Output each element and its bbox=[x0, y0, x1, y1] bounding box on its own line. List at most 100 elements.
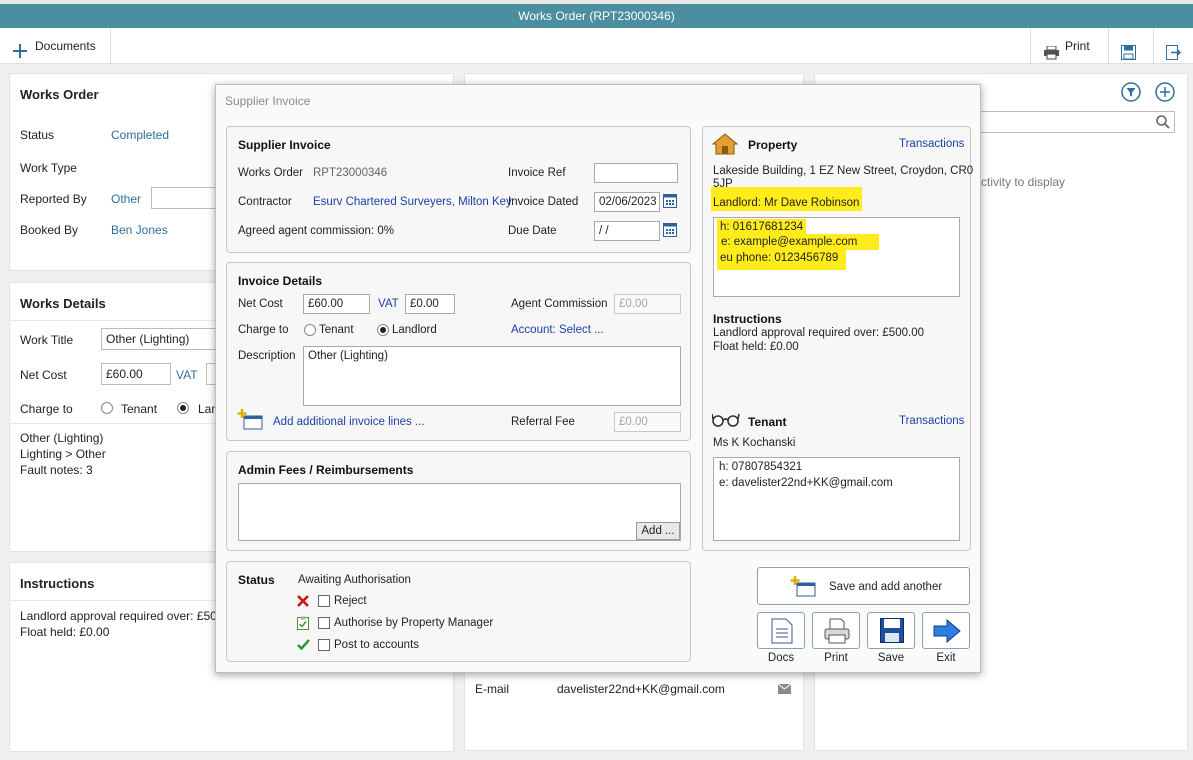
save-caption: Save bbox=[877, 652, 905, 664]
invoice-dated-label: Invoice Dated bbox=[508, 196, 579, 208]
works-note-line: Other (Lighting) bbox=[20, 431, 104, 445]
print-button[interactable]: Print bbox=[1044, 28, 1104, 64]
invoice-details-heading: Invoice Details bbox=[238, 274, 323, 288]
supplier-invoice-section: Supplier Invoice Works Order RPT23000346… bbox=[226, 126, 691, 253]
status-value[interactable]: Completed bbox=[111, 128, 169, 142]
document-icon bbox=[771, 618, 793, 647]
due-date-input[interactable]: / / bbox=[594, 221, 660, 241]
invoice-ref-label: Invoice Ref bbox=[508, 167, 566, 179]
post-accounts-checkbox[interactable] bbox=[318, 639, 330, 651]
tenant-transactions-link[interactable]: Transactions bbox=[899, 415, 964, 427]
tenant-contact-line: h: 07807854321 bbox=[719, 461, 803, 473]
printer-icon bbox=[1044, 38, 1059, 74]
tenant-heading: Tenant bbox=[748, 415, 787, 429]
invoice-ref-input[interactable] bbox=[594, 163, 678, 183]
landlord-radio-label: Landlord bbox=[392, 324, 437, 336]
add-fee-button[interactable]: Add ... bbox=[636, 522, 680, 540]
print-caption: Print bbox=[824, 652, 848, 664]
work-title-label: Work Title bbox=[20, 333, 74, 347]
due-date-label: Due Date bbox=[508, 225, 557, 237]
works-note-line: Fault notes: 3 bbox=[20, 463, 93, 477]
landlord-radio[interactable] bbox=[177, 402, 189, 414]
calendar-icon[interactable] bbox=[663, 223, 677, 240]
works-order-label: Works Order bbox=[238, 167, 303, 179]
net-cost-input[interactable]: £60.00 bbox=[101, 363, 171, 385]
toolbar: Documents Print bbox=[0, 28, 1193, 64]
floppy-icon bbox=[880, 618, 904, 646]
save-and-add-another-button[interactable]: Save and add another bbox=[757, 567, 970, 605]
reported-by-label: Reported By bbox=[20, 192, 87, 206]
net-cost-label: Net Cost bbox=[20, 368, 67, 382]
booked-by-value[interactable]: Ben Jones bbox=[111, 223, 168, 237]
search-icon[interactable] bbox=[1156, 115, 1170, 132]
docs-button[interactable] bbox=[757, 612, 805, 649]
red-cross-icon bbox=[297, 595, 309, 610]
floppy-icon bbox=[1121, 38, 1136, 74]
window-title: Works Order (RPT23000346) bbox=[0, 4, 1193, 28]
printer-icon bbox=[824, 618, 850, 647]
clipboard-icon bbox=[297, 616, 309, 633]
tenant-radio[interactable] bbox=[101, 402, 113, 414]
works-order-title: Works Order bbox=[20, 87, 99, 102]
charge-to-label: Charge to bbox=[20, 402, 73, 416]
property-heading: Property bbox=[748, 138, 798, 152]
admin-fees-list[interactable] bbox=[238, 483, 681, 541]
landlord-contact-line: eu phone: 0123456789 bbox=[717, 249, 847, 270]
calendar-icon[interactable] bbox=[663, 194, 677, 211]
vat-link[interactable]: VAT bbox=[176, 368, 198, 382]
tenant-name: Ms K Kochanski bbox=[713, 437, 796, 449]
reject-checkbox[interactable] bbox=[318, 595, 330, 607]
tenant-radio[interactable] bbox=[304, 324, 316, 336]
property-tenant-section: Property Transactions Lakeside Building,… bbox=[702, 126, 974, 551]
works-details-title: Works Details bbox=[20, 296, 106, 311]
contractor-link[interactable]: Esurv Chartered Surveyers, Milton Key bbox=[313, 196, 512, 208]
contractor-label: Contractor bbox=[238, 196, 292, 208]
exit-button[interactable] bbox=[922, 612, 970, 649]
invoice-dated-input[interactable]: 02/06/2023 bbox=[594, 192, 660, 212]
vat-input[interactable]: £0.00 bbox=[405, 294, 455, 314]
status-label: Status bbox=[20, 128, 55, 142]
property-transactions-link[interactable]: Transactions bbox=[899, 138, 964, 150]
email-value: davelister22nd+KK@gmail.com bbox=[557, 682, 725, 696]
property-instructions-line: Float held: £0.00 bbox=[713, 341, 799, 353]
net-cost-input[interactable]: £60.00 bbox=[303, 294, 370, 314]
vat-link[interactable]: VAT bbox=[378, 298, 399, 310]
account-select-link[interactable]: Account: Select ... bbox=[511, 324, 604, 336]
documents-label: Documents bbox=[35, 39, 96, 53]
admin-fees-section: Admin Fees / Reimbursements Add ... bbox=[226, 451, 691, 551]
agent-commission-input: £0.00 bbox=[614, 294, 681, 314]
agent-commission-label: Agent Commission bbox=[511, 298, 608, 310]
supplier-invoice-heading: Supplier Invoice bbox=[238, 138, 331, 152]
toolbar-divider bbox=[110, 28, 111, 64]
exit-icon bbox=[1166, 38, 1182, 74]
instructions-line: Landlord approval required over: £50 bbox=[20, 609, 217, 623]
post-accounts-label: Post to accounts bbox=[334, 639, 420, 651]
filter-icon[interactable] bbox=[1121, 82, 1141, 105]
print-button[interactable] bbox=[812, 612, 860, 649]
mail-icon[interactable] bbox=[777, 683, 792, 697]
add-lines-icon[interactable] bbox=[237, 408, 263, 433]
dialog-title: Supplier Invoice bbox=[225, 94, 311, 108]
status-section: Status Awaiting Authorisation Reject Aut… bbox=[226, 561, 691, 662]
reported-by-value[interactable]: Other bbox=[111, 192, 141, 206]
property-address-line: Lakeside Building, 1 EZ New Street, Croy… bbox=[713, 165, 974, 177]
status-heading: Status bbox=[238, 573, 275, 587]
add-invoice-lines-link[interactable]: Add additional invoice lines ... bbox=[273, 416, 425, 428]
save-button[interactable] bbox=[867, 612, 915, 649]
toolbar-divider bbox=[1030, 28, 1031, 64]
property-instructions-line: Landlord approval required over: £500.00 bbox=[713, 327, 924, 339]
description-textarea[interactable]: Other (Lighting) bbox=[303, 346, 681, 406]
activity-search-input[interactable] bbox=[975, 111, 1175, 133]
authorise-checkbox[interactable] bbox=[318, 617, 330, 629]
print-label: Print bbox=[1065, 39, 1090, 53]
tenant-radio-label: Tenant bbox=[319, 324, 354, 336]
works-order-value: RPT23000346 bbox=[313, 167, 388, 179]
tenant-contact-line: e: davelister22nd+KK@gmail.com bbox=[719, 477, 893, 489]
landlord-contact-line: h: 01617681234 bbox=[717, 219, 807, 235]
green-tick-icon bbox=[297, 639, 310, 653]
landlord-radio[interactable] bbox=[377, 324, 389, 336]
add-circle-icon[interactable] bbox=[1155, 82, 1175, 105]
instructions-title: Instructions bbox=[20, 576, 95, 591]
work-type-label: Work Type bbox=[20, 161, 77, 175]
work-title-input[interactable]: Other (Lighting) bbox=[101, 328, 221, 350]
